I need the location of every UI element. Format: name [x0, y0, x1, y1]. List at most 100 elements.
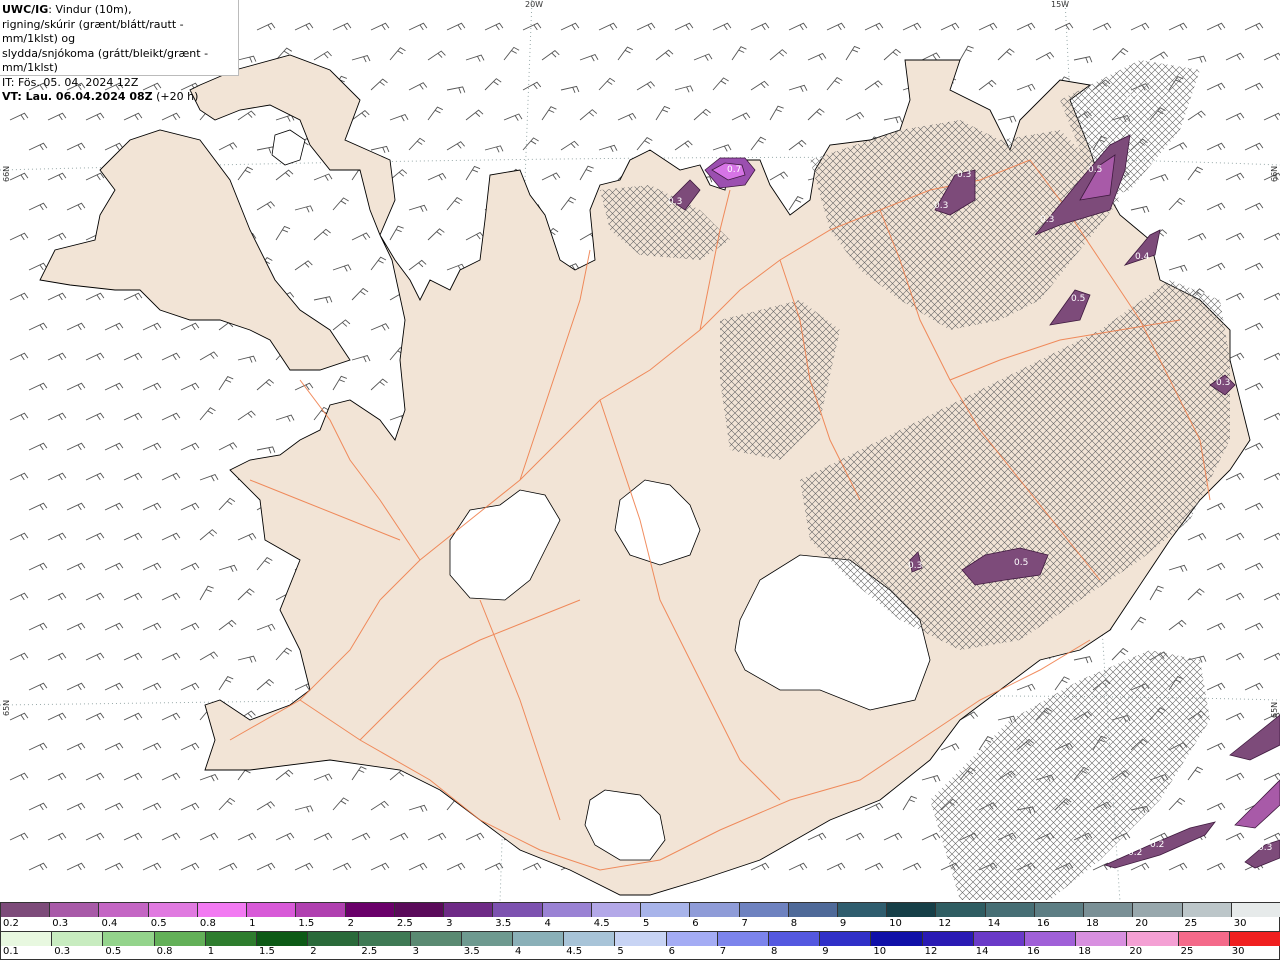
rain-scale-tick-label: 18 — [1078, 946, 1091, 957]
rain-scale-tick-label: 1 — [207, 946, 215, 957]
rain-scale-swatch — [257, 932, 309, 946]
snow-scale-swatch — [1231, 903, 1280, 917]
rain-scale-tick-label: 9 — [822, 946, 829, 957]
snow-scale-swatch — [493, 903, 543, 917]
snow-scale-swatch — [247, 903, 297, 917]
snow-scale-swatch — [50, 903, 100, 917]
rain-scale-colors — [1, 932, 1280, 946]
snow-scale-tick-label: 4.5 — [593, 918, 610, 929]
rain-scale-swatch — [359, 932, 411, 946]
rain-scale-tick-label: 16 — [1027, 946, 1040, 957]
rain-scale-swatch — [769, 932, 821, 946]
precip-value-label: 0.2 — [1128, 848, 1142, 858]
lon-label-15w: 15W — [1051, 0, 1070, 9]
precip-value-label: 0.3 — [957, 170, 971, 180]
rain-scale-swatch — [820, 932, 872, 946]
snow-scale-tick-label: 30 — [1233, 918, 1247, 929]
snow-scale-tick-label: 0.8 — [199, 918, 216, 929]
lat-label-66n-left: 66N — [2, 165, 11, 182]
rain-scale-tick-label: 14 — [975, 946, 989, 957]
snow-scale-tick-label: 10 — [889, 918, 902, 929]
precip-value-label: 0.3 — [1216, 378, 1230, 388]
rain-scale-tick-label: 20 — [1129, 946, 1143, 957]
lead-time: (+20 h) — [152, 90, 199, 103]
snow-scale-swatch — [739, 903, 789, 917]
snow-scale-tick-label: 1 — [249, 918, 256, 929]
rain-scale-tick-label: 3 — [412, 946, 419, 957]
precip-value-label: 0.3 — [934, 201, 948, 211]
snow-scale-swatch — [296, 903, 346, 917]
snow-scale-swatch — [148, 903, 198, 917]
snow-scale-swatch — [99, 903, 149, 917]
precip-value-label: 0.3 — [1040, 215, 1054, 225]
description-line-1: : Vindur (10m), — [48, 3, 132, 16]
snow-scale-swatch — [444, 903, 494, 917]
lat-label-65n-right: 65N — [1270, 701, 1279, 718]
snow-scale-swatch — [1084, 903, 1134, 917]
precip-value-label: 0.2 — [1150, 840, 1164, 850]
rain-scale-swatch — [461, 932, 514, 946]
snow-scale-swatch — [394, 903, 445, 917]
description-line-3: slydda/snjókoma (grátt/bleikt/grænt - mm… — [2, 46, 209, 75]
rain-scale-swatch — [1229, 932, 1280, 946]
precip-value-label: 0.3 — [668, 197, 682, 207]
rain-scale-swatch — [666, 932, 718, 946]
rain-scale-swatch — [513, 932, 565, 946]
precip-value-label: 0.4 — [1135, 252, 1150, 262]
rain-scale-tick-label: 4.5 — [566, 946, 583, 957]
snow-scale-tick-label: 7 — [741, 918, 748, 929]
snow-scale-swatch — [985, 903, 1035, 917]
snow-scale-swatch — [591, 903, 642, 917]
rain-scale-tick-label: 0.5 — [105, 946, 122, 957]
snow-scale-tick-label: 0.2 — [3, 918, 19, 929]
rain-scale-swatch — [205, 932, 258, 946]
rain-scale-tick-label: 30 — [1231, 946, 1245, 957]
snow-scale-swatch — [1133, 903, 1183, 917]
title-panel: UWC/IG: Vindur (10m), rigning/skúrir (gr… — [0, 0, 239, 103]
snow-scale: 0.2 0.3 0.4 0.5 0.8 1 1.5 2 2.5 3 3.5 4 4.5 5 6 7 8 9 10 12… — [0, 902, 1280, 932]
rain-scale-swatch — [615, 932, 667, 946]
snow-scale-tick-label: 6 — [692, 918, 699, 929]
rain-scale-swatch — [1076, 932, 1128, 946]
snow-scale-tick-label: 5 — [643, 918, 650, 929]
snow-scale-tick-label: 3.5 — [495, 918, 512, 929]
rain-scale-tick-label: 3.5 — [463, 946, 480, 957]
snow-scale-tick-label: 1.5 — [298, 918, 315, 929]
rain-scale-swatch — [922, 932, 974, 946]
snow-scale-tick-label: 3 — [446, 918, 453, 929]
snow-scale-tick-label: 25 — [1184, 918, 1198, 929]
rain-scale-tick-label: 0.8 — [156, 946, 173, 957]
snow-scale-swatch — [887, 903, 937, 917]
rain-scale-swatch — [103, 932, 155, 946]
snow-scale-tick-label: 20 — [1135, 918, 1149, 929]
rain-scale-tick-label: 2 — [310, 946, 317, 957]
snow-scale-tick-label: 2 — [347, 918, 354, 929]
issue-time: IT: Fös. 05. 04. 2024 12Z — [2, 75, 139, 89]
snow-scale-colors — [1, 903, 1280, 917]
rain-scale-swatch — [564, 932, 616, 946]
precip-value-label: 0.5 — [1014, 558, 1028, 568]
snow-scale-swatch — [1, 903, 51, 917]
lon-label-20w: 20W — [525, 0, 544, 9]
rain-scale-tick-label: 7 — [719, 946, 727, 957]
product-name: UWC/IG — [2, 3, 49, 16]
rain-scale-swatch — [1, 932, 53, 946]
valid-time: VT: Lau. 06.04.2024 08Z — [2, 90, 153, 103]
rain-scale-tick-label: 25 — [1180, 946, 1194, 957]
snow-scale-tick-label: 16 — [1036, 918, 1050, 929]
rain-scale-swatch — [973, 932, 1026, 946]
rain-scale-tick-label: 6 — [668, 946, 675, 957]
snow-scale-tick-label: 2.5 — [396, 918, 413, 929]
rain-scale-swatch — [871, 932, 923, 946]
precip-value-label: 0.3 — [1258, 843, 1272, 853]
description-line-2: rigning/skúrir (grænt/blátt/rautt - mm/1… — [2, 17, 184, 46]
snow-scale-tick-label: 0.4 — [101, 918, 118, 929]
rain-scale-swatch — [52, 932, 104, 946]
precip-value-label: 0.3 — [769, 134, 783, 144]
snow-scale-tick-label: 4 — [544, 918, 551, 929]
rain-scale-tick-label: 1.5 — [259, 946, 275, 957]
snow-scale-tick-label: 0.5 — [150, 918, 167, 929]
rain-scale-tick-label: 4 — [515, 946, 522, 957]
rain-scale-labels: 0.1 0.3 0.5 0.8 1 1.5 2 2.5 3 3.5 4 4.5 5 6 7 8 9 10 12 14 1… — [1, 946, 1280, 960]
snow-scale-labels: 0.2 0.3 0.4 0.5 0.8 1 1.5 2 2.5 3 3.5 4 4.5 5 6 7 8 9 10 12… — [1, 918, 1280, 932]
